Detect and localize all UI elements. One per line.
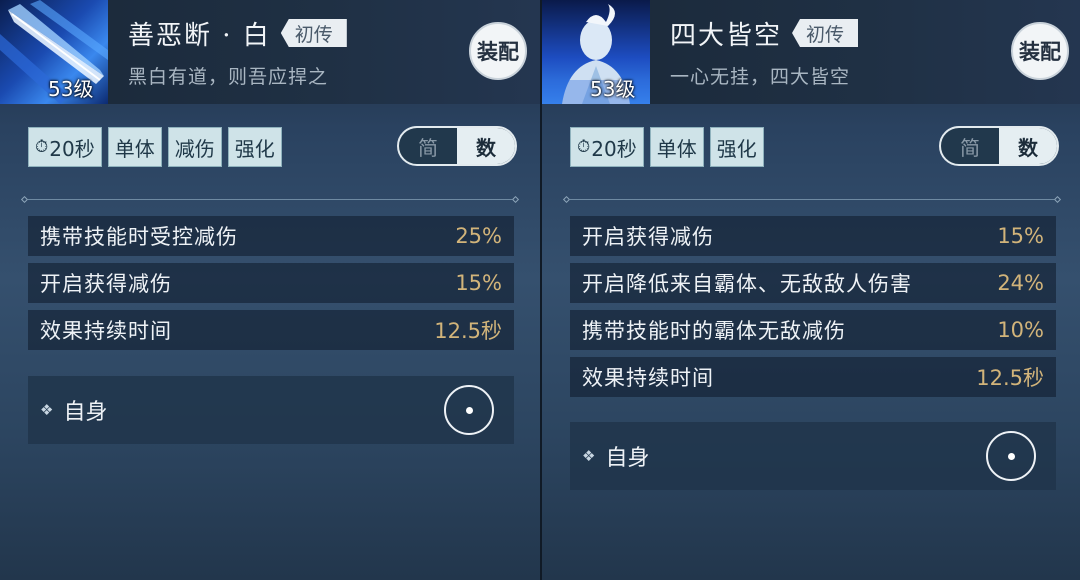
target-label: 自身	[605, 446, 650, 471]
detail-mode-toggle[interactable]: 简 数	[397, 126, 517, 166]
stat-row: 携带技能时的霸体无敌减伤 10%	[570, 310, 1056, 350]
stat-value: 12.5秒	[976, 366, 1044, 390]
rank-badge: 初传	[792, 19, 859, 47]
stat-value: 25%	[455, 224, 502, 248]
stat-row: 携带技能时受控减伤 25%	[28, 216, 514, 256]
tag-buff: 强化	[709, 127, 764, 167]
skill-card-left: 53级 善恶断 · 白 初传 黑白有道，则吾应捍之 装配 ⏱ 20秒 单体 减伤…	[0, 0, 540, 580]
stat-value: 24%	[997, 271, 1044, 295]
diamond-icon: ❖	[40, 401, 54, 419]
target-row: ❖ 自身	[28, 376, 514, 444]
skill-level: 53级	[590, 77, 636, 101]
skill-header: 53级 善恶断 · 白 初传 黑白有道，则吾应捍之 装配	[0, 0, 540, 104]
tag-cooldown-label: 20秒	[591, 136, 637, 161]
toggle-simple[interactable]: 简	[399, 128, 457, 164]
tag-damage-reduction: 减伤	[167, 127, 222, 167]
stat-row: 效果持续时间 12.5秒	[570, 357, 1056, 397]
skill-tags: ⏱ 20秒 单体 强化	[570, 127, 764, 167]
stat-value: 10%	[997, 318, 1044, 342]
skill-icon-blade[interactable]: 53级	[0, 0, 108, 104]
tag-cooldown: ⏱ 20秒	[570, 127, 644, 167]
toggle-simple[interactable]: 简	[941, 128, 999, 164]
equip-button[interactable]: 装配	[1011, 22, 1069, 80]
clock-icon: ⏱	[577, 137, 591, 157]
stat-label: 开启获得减伤	[40, 272, 172, 296]
radio-dot-icon	[1007, 452, 1015, 460]
stat-row: 开启获得减伤 15%	[570, 216, 1056, 256]
rank-badge: 初传	[280, 19, 347, 47]
stat-row: 效果持续时间 12.5秒	[28, 310, 514, 350]
toggle-numeric[interactable]: 数	[457, 128, 515, 164]
skill-header: 53级 四大皆空 初传 一心无挂，四大皆空 装配	[542, 0, 1080, 104]
stat-label: 携带技能时受控减伤	[40, 225, 238, 249]
skill-icon-monk[interactable]: 53级	[542, 0, 650, 104]
tag-single-target: 单体	[649, 127, 704, 167]
stat-label: 开启降低来自霸体、无敌敌人伤害	[582, 272, 912, 296]
stat-value: 15%	[455, 271, 502, 295]
tag-cooldown-label: 20秒	[49, 136, 95, 161]
stat-label: 效果持续时间	[582, 366, 714, 390]
skill-motto: 黑白有道，则吾应捍之	[128, 66, 329, 88]
skill-level: 53级	[48, 77, 94, 101]
diamond-icon: ❖	[582, 447, 596, 465]
stat-value: 15%	[997, 224, 1044, 248]
equip-button[interactable]: 装配	[469, 22, 527, 80]
skill-card-right: 53级 四大皆空 初传 一心无挂，四大皆空 装配 ⏱ 20秒 单体 强化 简 数…	[542, 0, 1080, 580]
toggle-numeric[interactable]: 数	[999, 128, 1057, 164]
tag-cooldown: ⏱ 20秒	[28, 127, 102, 167]
stat-list: 携带技能时受控减伤 25% 开启获得减伤 15% 效果持续时间 12.5秒	[28, 216, 514, 357]
stat-row: 开启降低来自霸体、无敌敌人伤害 24%	[570, 263, 1056, 303]
section-divider	[562, 195, 1062, 204]
skill-name: 四大皆空	[670, 20, 783, 51]
tag-single-target: 单体	[107, 127, 162, 167]
stat-label: 携带技能时的霸体无敌减伤	[582, 319, 846, 343]
skill-tags: ⏱ 20秒 单体 减伤 强化	[28, 127, 282, 167]
skill-motto: 一心无挂，四大皆空	[670, 66, 851, 88]
stat-label: 效果持续时间	[40, 319, 172, 343]
target-select-button[interactable]	[986, 431, 1036, 481]
radio-dot-icon	[465, 406, 473, 414]
skill-name: 善恶断 · 白	[128, 20, 271, 51]
clock-icon: ⏱	[35, 137, 49, 157]
target-row: ❖ 自身	[570, 422, 1056, 490]
target-label: 自身	[63, 400, 108, 425]
stat-value: 12.5秒	[434, 319, 502, 343]
stat-label: 开启获得减伤	[582, 225, 714, 249]
stat-row: 开启获得减伤 15%	[28, 263, 514, 303]
tag-buff: 强化	[227, 127, 282, 167]
detail-mode-toggle[interactable]: 简 数	[939, 126, 1059, 166]
stat-list: 开启获得减伤 15% 开启降低来自霸体、无敌敌人伤害 24% 携带技能时的霸体无…	[570, 216, 1056, 404]
target-select-button[interactable]	[444, 385, 494, 435]
section-divider	[20, 195, 520, 204]
